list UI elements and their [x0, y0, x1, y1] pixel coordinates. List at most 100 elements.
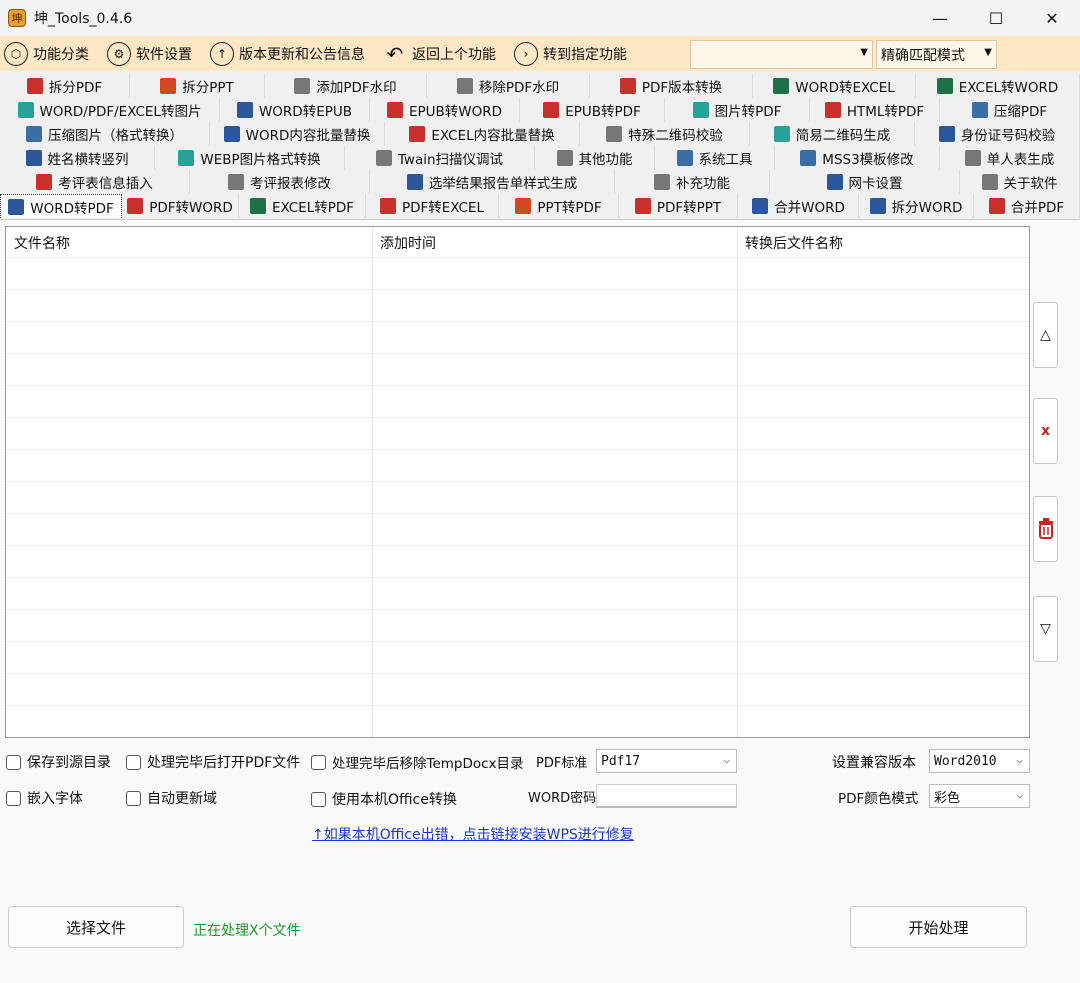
tab-5-2[interactable]: EXCEL转PDF — [239, 194, 366, 218]
gear-icon: ⚙ — [107, 41, 131, 66]
misc-file-icon — [654, 174, 670, 190]
select-files-button[interactable]: 选择文件 — [8, 906, 184, 948]
tab-5-6[interactable]: 合并WORD — [739, 194, 859, 218]
tab-4-3[interactable]: 补充功能 — [615, 170, 770, 194]
move-up-button[interactable]: △ — [1033, 302, 1058, 368]
maximize-button[interactable]: ☐ — [968, 0, 1024, 36]
tab-1-0[interactable]: WORD/PDF/EXCEL转图片 — [0, 98, 220, 122]
save-to-source-checkbox[interactable]: 保存到源目录 — [6, 752, 111, 772]
tab-2-0[interactable]: 压缩图片（格式转换） — [0, 122, 210, 146]
auto-update-fields-checkbox[interactable]: 自动更新域 — [126, 788, 217, 808]
checkbox-box[interactable] — [6, 790, 21, 806]
delete-item-button[interactable]: x — [1033, 398, 1058, 464]
tab-5-0[interactable]: WORD转PDF — [0, 194, 122, 218]
tab-5-8[interactable]: 合并PDF — [974, 194, 1080, 218]
tab-label: 拆分PPT — [182, 80, 234, 96]
tab-label: MSS3模板修改 — [822, 152, 914, 168]
trash-icon — [1038, 518, 1053, 539]
tab-0-6[interactable]: EXCEL转WORD — [916, 74, 1080, 98]
minimize-button[interactable]: — — [912, 0, 968, 36]
header-converted-name[interactable]: 转换后文件名称 — [745, 233, 843, 253]
tab-3-6[interactable]: 单人表生成 — [940, 146, 1080, 170]
tab-1-2[interactable]: EPUB转WORD — [370, 98, 520, 122]
match-mode-select[interactable]: 精确匹配模式 ▼ — [876, 40, 997, 69]
tab-0-4[interactable]: PDF版本转换 — [590, 74, 753, 98]
tab-2-4[interactable]: 简易二维码生成 — [750, 122, 915, 146]
tab-3-0[interactable]: 姓名横转竖列 — [0, 146, 155, 170]
tab-1-6[interactable]: 压缩PDF — [940, 98, 1080, 122]
update-notice-button[interactable]: ↑ 版本更新和公告信息 — [210, 41, 365, 66]
settings-button[interactable]: ⚙ 软件设置 — [107, 41, 192, 66]
checkbox-box[interactable] — [126, 790, 141, 806]
tab-label: 补充功能 — [676, 176, 730, 192]
row-divider — [6, 385, 1029, 386]
checkbox-box[interactable] — [311, 791, 326, 807]
tab-0-5[interactable]: WORD转EXCEL — [753, 74, 916, 98]
word-file-icon — [8, 198, 25, 215]
goto-function-button[interactable]: › 转到指定功能 — [514, 41, 627, 66]
word-password-input[interactable] — [596, 784, 737, 808]
checkbox-box[interactable] — [126, 754, 141, 770]
tab-0-1[interactable]: 拆分PPT — [130, 74, 265, 98]
tab-3-5[interactable]: MSS3模板修改 — [775, 146, 940, 170]
pdf-file-icon — [386, 102, 403, 118]
tab-4-5[interactable]: 关于软件 — [960, 170, 1080, 194]
gear-file-icon — [26, 126, 42, 142]
function-search-combo[interactable]: ▼ — [690, 40, 873, 69]
embed-fonts-checkbox[interactable]: 嵌入字体 — [6, 788, 83, 808]
tab-5-3[interactable]: PDF转EXCEL — [366, 194, 499, 218]
color-mode-select[interactable]: 彩色 ⌵ — [929, 784, 1030, 808]
checkbox-box[interactable] — [6, 754, 21, 770]
tab-0-3[interactable]: 移除PDF水印 — [427, 74, 590, 98]
chevron-down-icon: ⌵ — [1016, 753, 1023, 766]
pdf-file-icon — [26, 78, 43, 94]
compat-version-select[interactable]: Word2010 ⌵ — [929, 749, 1030, 773]
header-add-time[interactable]: 添加时间 — [380, 233, 436, 253]
update-notice-label: 版本更新和公告信息 — [239, 46, 365, 63]
tab-4-1[interactable]: 考评报表修改 — [190, 170, 370, 194]
tab-2-1[interactable]: WORD内容批量替换 — [210, 122, 385, 146]
match-mode-value: 精确匹配模式 — [881, 47, 965, 64]
tab-5-5[interactable]: PDF转PPT — [619, 194, 738, 218]
pdf-file-icon — [379, 198, 396, 214]
tab-1-5[interactable]: HTML转PDF — [810, 98, 940, 122]
open-pdf-after-checkbox[interactable]: 处理完毕后打开PDF文件 — [126, 752, 300, 772]
tab-label: 合并WORD — [774, 200, 845, 216]
tab-1-4[interactable]: 图片转PDF — [665, 98, 810, 122]
tab-3-1[interactable]: WEBP图片格式转换 — [155, 146, 345, 170]
tab-5-7[interactable]: 拆分WORD — [859, 194, 974, 218]
tab-4-0[interactable]: 考评表信息插入 — [0, 170, 190, 194]
use-office-checkbox[interactable]: 使用本机Office转换 — [311, 789, 457, 809]
start-process-button[interactable]: 开始处理 — [850, 906, 1027, 948]
category-button[interactable]: ⬡ 功能分类 — [4, 41, 89, 66]
tab-2-3[interactable]: 特殊二维码校验 — [580, 122, 750, 146]
tab-1-1[interactable]: WORD转EPUB — [220, 98, 370, 122]
tab-4-2[interactable]: 选举结果报告单样式生成 — [370, 170, 615, 194]
save-to-source-label: 保存到源目录 — [27, 755, 111, 771]
pdf-standard-select[interactable]: Pdf17 ⌵ — [596, 749, 737, 773]
remove-temp-checkbox[interactable]: 处理完毕后移除TempDocx目录 — [311, 752, 524, 772]
tab-2-2[interactable]: EXCEL内容批量替换 — [385, 122, 580, 146]
tab-5-4[interactable]: PPT转PDF — [499, 194, 619, 218]
tab-5-1[interactable]: PDF转WORD — [122, 194, 239, 218]
tab-0-0[interactable]: 拆分PDF — [0, 74, 130, 98]
back-button[interactable]: ↶ 返回上个功能 — [383, 42, 496, 66]
tab-1-3[interactable]: EPUB转PDF — [520, 98, 665, 122]
tab-3-3[interactable]: 其他功能 — [535, 146, 655, 170]
close-button[interactable]: ✕ — [1024, 0, 1080, 36]
delete-x-icon: x — [1040, 423, 1051, 439]
misc-file-icon — [294, 78, 311, 94]
checkbox-box[interactable] — [311, 754, 326, 770]
header-file-name[interactable]: 文件名称 — [14, 233, 70, 253]
tab-0-2[interactable]: 添加PDF水印 — [265, 74, 427, 98]
install-wps-link[interactable]: ↑如果本机Office出错，点击链接安装WPS进行修复 — [312, 824, 634, 844]
move-down-button[interactable]: ▽ — [1033, 596, 1058, 662]
tab-3-4[interactable]: 系统工具 — [655, 146, 775, 170]
file-list-table[interactable]: 文件名称 添加时间 转换后文件名称 — [5, 226, 1030, 738]
tab-label: 网卡设置 — [848, 176, 903, 192]
pdf-standard-label: PDF标准 — [536, 756, 588, 771]
tab-4-4[interactable]: 网卡设置 — [770, 170, 960, 194]
tab-2-5[interactable]: 身份证号码校验 — [915, 122, 1080, 146]
clear-list-button[interactable] — [1033, 496, 1058, 562]
tab-3-2[interactable]: Twain扫描仪调试 — [345, 146, 535, 170]
